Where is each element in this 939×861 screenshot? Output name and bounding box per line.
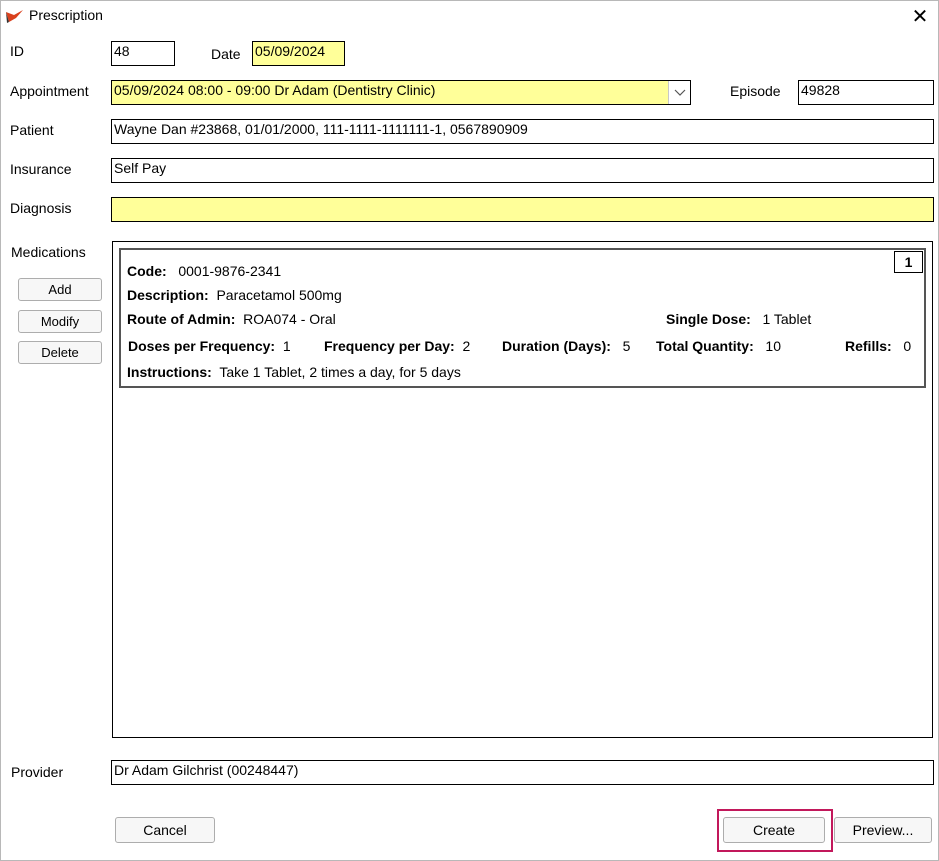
cancel-button[interactable]: Cancel [115,817,215,843]
date-label: Date [211,46,241,62]
med-route-label: Route of Admin: [127,311,236,327]
med-duration-value: 5 [622,338,631,354]
med-total-qty-value: 10 [765,338,781,354]
med-code-label: Code: [127,263,167,279]
title-bar: Prescription ✕ [1,1,938,31]
med-instructions-label: Instructions: [127,364,212,380]
med-freq-per-day-row: Frequency per Day: 2 [324,338,470,354]
med-instructions-row: Instructions: Take 1 Tablet, 2 times a d… [127,364,461,380]
med-refills-label: Refills: [845,338,892,354]
med-doses-per-freq-value: 1 [282,338,291,354]
provider-label: Provider [11,764,64,780]
med-doses-per-freq-row: Doses per Frequency: 1 [128,338,291,354]
med-refills-row: Refills: 0 [845,338,911,354]
diagnosis-field[interactable] [111,197,934,222]
prescription-window: Prescription ✕ ID 48 Date 05/09/2024 App… [0,0,939,861]
patient-field[interactable]: Wayne Dan #23868, 01/01/2000, 111-1111-1… [111,119,934,144]
patient-label: Patient [10,122,54,138]
insurance-field[interactable]: Self Pay [111,158,934,183]
modify-medication-button[interactable]: Modify [18,310,102,333]
med-description-row: Description: Paracetamol 500mg [127,287,342,303]
med-code-row: Code: 0001-9876-2341 [127,263,281,279]
medication-card[interactable]: 1 Code: 0001-9876-2341 Description: Para… [119,248,926,388]
episode-label: Episode [730,83,781,99]
id-label: ID [10,43,24,59]
diagnosis-label: Diagnosis [10,200,72,216]
delete-medication-button[interactable]: Delete [18,341,102,364]
med-route-row: Route of Admin: ROA074 - Oral [127,311,336,327]
provider-field[interactable]: Dr Adam Gilchrist (00248447) [111,760,934,785]
appointment-value: 05/09/2024 08:00 - 09:00 Dr Adam (Dentis… [114,82,436,98]
med-freq-per-day-label: Frequency per Day: [324,338,455,354]
med-single-dose-row: Single Dose: 1 Tablet [666,311,811,327]
med-total-qty-row: Total Quantity: 10 [656,338,781,354]
chevron-down-icon[interactable] [668,81,690,104]
med-description-label: Description: [127,287,209,303]
prescription-app-icon [6,10,23,23]
med-description-value: Paracetamol 500mg [216,287,342,303]
appointment-label: Appointment [10,83,89,99]
episode-field[interactable]: 49828 [798,80,934,105]
window-title: Prescription [29,7,103,23]
date-field[interactable]: 05/09/2024 [252,41,345,66]
create-button[interactable]: Create [723,817,825,843]
med-doses-per-freq-label: Doses per Frequency: [128,338,276,354]
medications-list[interactable]: 1 Code: 0001-9876-2341 Description: Para… [112,241,933,738]
med-instructions-value: Take 1 Tablet, 2 times a day, for 5 days [219,364,461,380]
preview-button[interactable]: Preview... [834,817,932,843]
med-route-value: ROA074 - Oral [243,311,336,327]
close-icon[interactable]: ✕ [901,3,939,29]
med-refills-value: 0 [903,338,912,354]
med-single-dose-value: 1 Tablet [762,311,812,327]
id-field[interactable]: 48 [111,41,175,66]
medication-number: 1 [894,251,923,273]
med-code-value: 0001-9876-2341 [178,263,282,279]
medications-label: Medications [11,244,86,260]
med-duration-label: Duration (Days): [502,338,611,354]
insurance-label: Insurance [10,161,72,177]
med-freq-per-day-value: 2 [462,338,471,354]
appointment-select[interactable]: 05/09/2024 08:00 - 09:00 Dr Adam (Dentis… [111,80,691,105]
med-single-dose-label: Single Dose: [666,311,751,327]
med-total-qty-label: Total Quantity: [656,338,754,354]
med-duration-row: Duration (Days): 5 [502,338,630,354]
add-medication-button[interactable]: Add [18,278,102,301]
